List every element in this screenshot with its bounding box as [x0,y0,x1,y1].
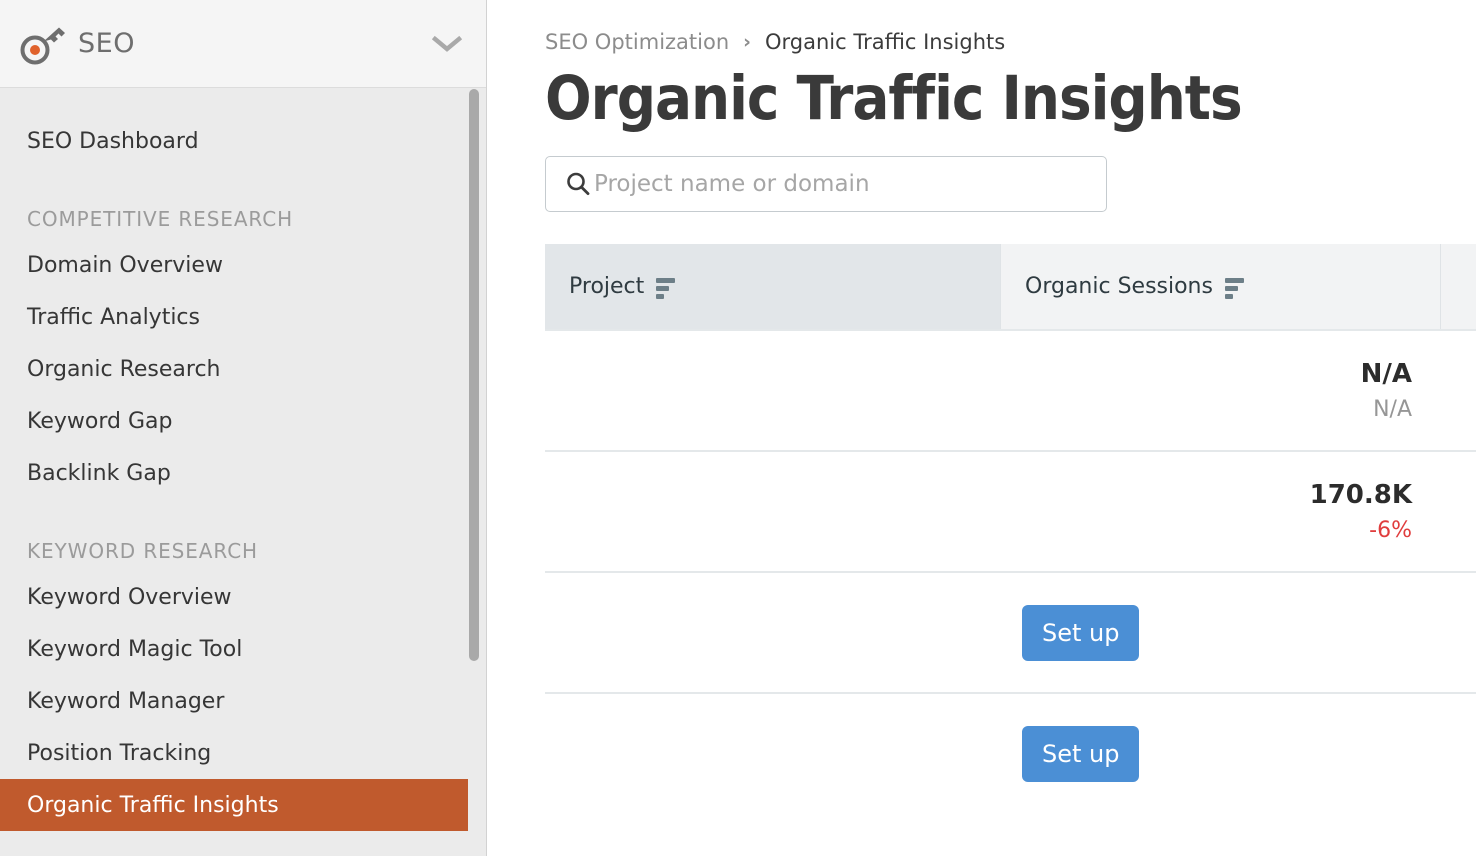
column-header-extra[interactable] [1440,244,1476,329]
sidebar-header[interactable]: SEO [0,0,486,88]
breadcrumb-current: Organic Traffic Insights [765,30,1005,54]
sidebar-item-keyword-overview[interactable]: Keyword Overview [0,571,486,623]
sidebar-section-competitive-research: Competitive Research [0,189,486,239]
breadcrumb-parent[interactable]: SEO Optimization [545,30,729,54]
sidebar-title: SEO [78,28,135,59]
sidebar-item-traffic-analytics[interactable]: Traffic Analytics [0,291,486,343]
sidebar-section-keyword-research: Keyword Research [0,521,486,571]
table-row[interactable]: N/A N/A [545,329,1476,450]
sidebar-item-label: Organic Research [27,357,220,382]
key-icon [18,22,74,66]
sidebar-scrollbar[interactable] [469,89,479,856]
column-header-label: Organic Sessions [1025,274,1213,299]
sidebar-item-seo-dashboard[interactable]: SEO Dashboard [0,115,486,167]
cell-organic-sessions: Set up [1000,573,1440,692]
cell-organic-sessions: N/A N/A [1000,331,1440,450]
sort-icon[interactable] [656,275,675,299]
sidebar: SEO SEO Dashboard Competitive Research D… [0,0,487,856]
sidebar-item-position-tracking[interactable]: Position Tracking [0,727,486,779]
sort-icon[interactable] [1225,275,1244,299]
sidebar-scrollbar-thumb[interactable] [469,89,479,661]
cell-organic-sessions: Set up [1000,694,1440,813]
sessions-value: N/A [1361,355,1412,393]
cell-project [545,331,1000,450]
chevron-down-icon[interactable] [430,27,464,61]
search-icon [562,170,594,198]
table-row[interactable]: 170.8K -6% [545,450,1476,571]
sidebar-item-keyword-manager[interactable]: Keyword Manager [0,675,486,727]
sidebar-item-label: Traffic Analytics [27,305,200,330]
column-header-label: Project [569,274,644,299]
sidebar-item-domain-overview[interactable]: Domain Overview [0,239,486,291]
sidebar-item-backlink-gap[interactable]: Backlink Gap [0,447,486,499]
page-title: Organic Traffic Insights [545,64,1476,134]
sidebar-section-label: Competitive Research [27,207,293,231]
sessions-value: 170.8K [1310,476,1412,514]
set-up-button[interactable]: Set up [1022,605,1139,661]
sidebar-item-organic-traffic-insights[interactable]: Organic Traffic Insights [0,779,468,831]
cell-project [545,573,1000,692]
sidebar-item-label: Keyword Manager [27,689,224,714]
column-header-organic-sessions[interactable]: Organic Sessions [1000,244,1440,329]
breadcrumb: SEO Optimization › Organic Traffic Insig… [545,30,1476,54]
sidebar-item-keyword-gap[interactable]: Keyword Gap [0,395,486,447]
cell-project [545,452,1000,571]
sidebar-item-keyword-magic-tool[interactable]: Keyword Magic Tool [0,623,486,675]
cell-project [545,694,1000,813]
breadcrumb-separator-icon: › [743,31,751,53]
sidebar-item-label: Backlink Gap [27,461,171,486]
column-header-project[interactable]: Project [545,244,1000,329]
app-root: SEO SEO Dashboard Competitive Research D… [0,0,1476,856]
cell-organic-sessions: 170.8K -6% [1000,452,1440,571]
sidebar-item-label: Position Tracking [27,741,211,766]
sidebar-item-label: Organic Traffic Insights [27,793,279,818]
sidebar-item-organic-research[interactable]: Organic Research [0,343,486,395]
sidebar-section-label: Keyword Research [27,539,258,563]
main-content: SEO Optimization › Organic Traffic Insig… [487,0,1476,856]
set-up-button[interactable]: Set up [1022,726,1139,782]
table-header-row: Project Organic Sessions [545,244,1476,329]
search-box[interactable] [545,156,1107,212]
table-row[interactable]: Set up [545,692,1476,813]
search-input[interactable] [594,171,1090,197]
sidebar-nav: SEO Dashboard Competitive Research Domai… [0,89,486,856]
sessions-delta: -6% [1369,514,1412,548]
sidebar-item-label: Keyword Overview [27,585,232,610]
projects-table: Project Organic Sessions N/A N/A [545,244,1476,813]
sidebar-item-label: Keyword Magic Tool [27,637,242,662]
sidebar-item-label: Keyword Gap [27,409,172,434]
table-row[interactable]: Set up [545,571,1476,692]
sidebar-item-label: Domain Overview [27,253,223,278]
sidebar-item-label: SEO Dashboard [27,129,199,154]
sessions-delta: N/A [1373,393,1412,427]
